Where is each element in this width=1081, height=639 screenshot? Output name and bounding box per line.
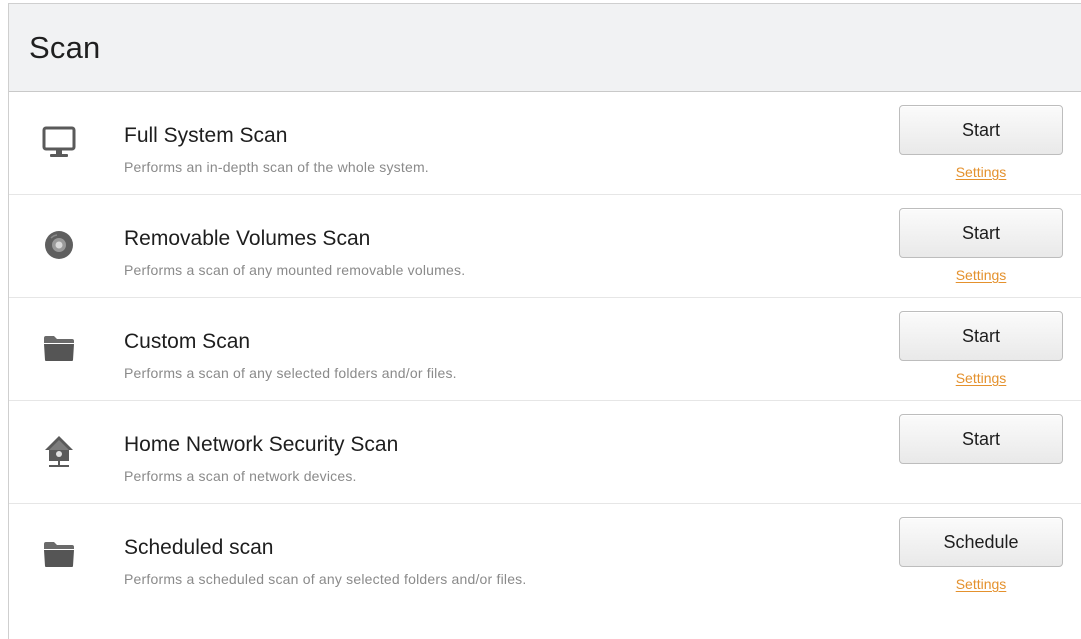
- scan-row-removable-volumes: Removable Volumes Scan Performs a scan o…: [9, 195, 1081, 298]
- start-custom-scan-button[interactable]: Start: [899, 311, 1063, 361]
- panel-header: Scan: [9, 4, 1081, 92]
- full-system-scan-settings-link[interactable]: Settings: [899, 164, 1063, 180]
- removable-volumes-scan-settings-link[interactable]: Settings: [899, 267, 1063, 283]
- scan-description: Performs a scheduled scan of any selecte…: [124, 571, 527, 587]
- scan-description: Performs an in-depth scan of the whole s…: [124, 159, 429, 175]
- scan-row-home-network: Home Network Security Scan Performs a sc…: [9, 401, 1081, 504]
- monitor-icon: [39, 122, 79, 162]
- scan-description: Performs a scan of network devices.: [124, 468, 357, 484]
- scan-name: Custom Scan: [124, 330, 251, 353]
- scan-row-custom: Custom Scan Performs a scan of any selec…: [9, 298, 1081, 401]
- scan-row-scheduled: Scheduled scan Performs a scheduled scan…: [9, 504, 1081, 624]
- scheduled-scan-settings-link[interactable]: Settings: [899, 576, 1063, 592]
- folder-icon: [39, 534, 79, 574]
- folder-icon: [39, 328, 79, 368]
- custom-scan-settings-link[interactable]: Settings: [899, 370, 1063, 386]
- schedule-scan-button[interactable]: Schedule: [899, 517, 1063, 567]
- page-title: Scan: [29, 29, 101, 65]
- scan-description: Performs a scan of any selected folders …: [124, 365, 457, 381]
- start-removable-volumes-scan-button[interactable]: Start: [899, 208, 1063, 258]
- scan-row-full-system: Full System Scan Performs an in-depth sc…: [9, 92, 1081, 195]
- start-home-network-scan-button[interactable]: Start: [899, 414, 1063, 464]
- scan-name: Scheduled scan: [124, 536, 274, 559]
- scan-name: Full System Scan: [124, 124, 288, 147]
- home-network-icon: [39, 431, 79, 471]
- scan-panel: Scan Full System Scan Performs an in-dep…: [8, 3, 1081, 639]
- scan-description: Performs a scan of any mounted removable…: [124, 262, 466, 278]
- scan-name: Home Network Security Scan: [124, 433, 399, 456]
- disc-icon: [39, 225, 79, 265]
- start-full-system-scan-button[interactable]: Start: [899, 105, 1063, 155]
- scan-name: Removable Volumes Scan: [124, 227, 371, 250]
